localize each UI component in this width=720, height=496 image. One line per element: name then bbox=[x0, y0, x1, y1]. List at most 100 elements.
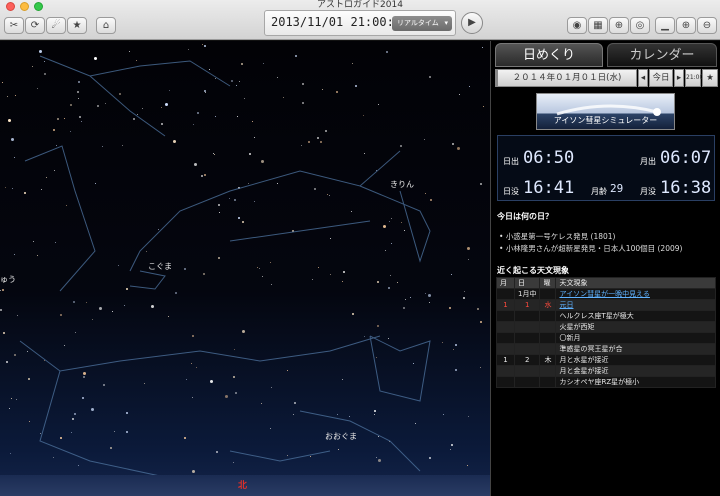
event-d: 2 bbox=[513, 354, 541, 366]
event-w bbox=[539, 365, 557, 377]
constellation-label-koguma: こぐま bbox=[148, 262, 172, 271]
datetime-value[interactable]: 2013/11/01 21:00:00 bbox=[271, 15, 408, 29]
constellation-label-edge: ゅう bbox=[0, 275, 16, 284]
datetime-control[interactable]: 2013/11/01 21:00:00 リアルタイム ▾ bbox=[264, 10, 456, 36]
col-day: 日 bbox=[513, 277, 541, 289]
eye-icon[interactable]: ◎ bbox=[630, 17, 650, 34]
scissors-icon[interactable]: ✂ bbox=[4, 17, 24, 34]
sunset-value: 16:41 bbox=[523, 178, 575, 198]
event-w: 水 bbox=[539, 299, 557, 311]
col-month: 月 bbox=[496, 277, 515, 289]
direction-north-label: 北 bbox=[238, 481, 248, 491]
table-row: 火星が西矩 bbox=[496, 321, 716, 333]
table-row: ヘルクレス座T星が極大 bbox=[496, 310, 716, 322]
table-row: カシオペヤ座RZ星が極小 bbox=[496, 376, 716, 388]
banner-label: アイソン彗星シミュレーター bbox=[553, 116, 658, 125]
app-window: アストロガイド2014 ✂ ⟳ ☄ ★ ⌂ 2013/11/01 21:00:0… bbox=[0, 0, 720, 496]
events-title: 近く起こる天文現象 bbox=[497, 266, 569, 275]
col-event: 天文現象 bbox=[555, 277, 716, 289]
tab-calendar[interactable]: カレンダー bbox=[607, 43, 717, 67]
today-button[interactable]: 今日 bbox=[649, 69, 673, 87]
event-w bbox=[539, 310, 557, 322]
mode-select[interactable]: リアルタイム ▾ bbox=[392, 16, 452, 31]
sun-moon-times: 日出 06:50 月出 06:07 日没 16:41 月齢 29 月没 16:3… bbox=[497, 135, 715, 201]
sunset-label: 日没 bbox=[503, 187, 519, 196]
event-w bbox=[539, 343, 557, 355]
moonset-value: 16:38 bbox=[660, 178, 712, 198]
event-m: 1 bbox=[496, 299, 515, 311]
table-row: 〇新月 bbox=[496, 332, 716, 344]
comet-icon[interactable]: ☄ bbox=[46, 17, 66, 34]
anniversary-item: • 小林隆男さんが超新星発見・日本人100個目 (2009) bbox=[499, 244, 683, 253]
ison-simulator-banner[interactable]: アイソン彗星シミュレーター bbox=[536, 93, 675, 130]
time-button[interactable]: 21:00 bbox=[685, 69, 703, 87]
moonrise-label: 月出 bbox=[640, 157, 656, 166]
event-d bbox=[513, 332, 541, 344]
event-w bbox=[539, 376, 557, 388]
table-row: 1 1 水元日 bbox=[496, 299, 716, 311]
event-text: 月と水星が接近 bbox=[555, 354, 716, 366]
col-weekday: 曜 bbox=[539, 277, 557, 289]
event-w bbox=[539, 332, 557, 344]
event-text[interactable]: 元日 bbox=[555, 299, 716, 311]
zoom-in-icon[interactable]: ⊕ bbox=[676, 17, 696, 34]
event-text: 〇新月 bbox=[555, 332, 716, 344]
event-d bbox=[513, 376, 541, 388]
event-text: 火星が西矩 bbox=[555, 321, 716, 333]
constellation-lines bbox=[19, 55, 431, 477]
event-d bbox=[513, 365, 541, 377]
info-panel: 日めくり カレンダー ２０１４年０１月０１日(水) ◂ 今日 ▸ 21:00 ★… bbox=[490, 41, 720, 496]
event-m bbox=[496, 343, 515, 355]
moonage-value: 29 bbox=[610, 182, 624, 195]
zoom-out-icon[interactable]: ⊖ bbox=[697, 17, 717, 34]
constellation-label-oguma: おおぐま bbox=[325, 432, 357, 441]
event-text: カシオペヤ座RZ星が極小 bbox=[555, 376, 716, 388]
horizon-icon[interactable]: ▁ bbox=[655, 17, 675, 34]
moonage-label: 月齢 bbox=[591, 187, 607, 196]
observatory-icon[interactable]: ⌂ bbox=[96, 17, 116, 34]
moonrise-value: 06:07 bbox=[660, 148, 712, 168]
event-m bbox=[496, 310, 515, 322]
moonset-label: 月没 bbox=[640, 187, 656, 196]
star-chart[interactable]: きりん こぐま おおぐま ゅう 北 bbox=[0, 41, 490, 496]
event-d bbox=[513, 310, 541, 322]
anniversary-item: • 小惑星第一号ケレス発見 (1801) bbox=[499, 232, 616, 241]
event-m bbox=[496, 321, 515, 333]
event-m bbox=[496, 332, 515, 344]
event-m bbox=[496, 288, 515, 300]
event-text: 準惑星の冥王星が合 bbox=[555, 343, 716, 355]
chevron-down-icon: ▾ bbox=[444, 19, 448, 27]
event-m bbox=[496, 376, 515, 388]
prev-day-button[interactable]: ◂ bbox=[638, 69, 648, 87]
event-m bbox=[496, 365, 515, 377]
event-w bbox=[539, 321, 557, 333]
anniversary-title: 今日は何の日？ bbox=[497, 212, 553, 221]
table-row: 月と金星が接近 bbox=[496, 365, 716, 377]
event-d bbox=[513, 343, 541, 355]
event-d bbox=[513, 321, 541, 333]
constellation-label-kirin: きりん bbox=[390, 180, 414, 189]
grid-icon[interactable]: ▦ bbox=[588, 17, 608, 34]
event-text: ヘルクレス座T星が極大 bbox=[555, 310, 716, 322]
tab-daily[interactable]: 日めくり bbox=[495, 43, 603, 67]
next-day-button[interactable]: ▸ bbox=[674, 69, 684, 87]
rotate-icon[interactable]: ⟳ bbox=[25, 17, 45, 34]
event-d: 1 bbox=[513, 299, 541, 311]
event-text: 月と金星が接近 bbox=[555, 365, 716, 377]
favorite-star-icon[interactable]: ★ bbox=[702, 69, 718, 87]
event-text[interactable]: アイソン彗星が一晩中見える bbox=[555, 288, 716, 300]
event-m: 1 bbox=[496, 354, 515, 366]
target-icon[interactable]: ⊕ bbox=[609, 17, 629, 34]
toolbar: アストロガイド2014 ✂ ⟳ ☄ ★ ⌂ 2013/11/01 21:00:0… bbox=[0, 0, 720, 40]
play-button[interactable]: ▶ bbox=[461, 12, 483, 34]
events-table: 月 日 曜 天文現象 1月中 アイソン彗星が一晩中見える 1 1 水元日 ヘルクレス座T星… bbox=[496, 277, 716, 388]
eye-icon[interactable]: ◉ bbox=[567, 17, 587, 34]
sunrise-value: 06:50 bbox=[523, 148, 575, 168]
date-display: ２０１４年０１月０１日(水) bbox=[497, 69, 637, 87]
tab-calendar-label: カレンダー bbox=[629, 48, 695, 63]
mode-label: リアルタイム bbox=[397, 19, 439, 27]
event-d: 1月中 bbox=[513, 288, 541, 300]
star-icon[interactable]: ★ bbox=[67, 17, 87, 34]
event-w bbox=[539, 288, 557, 300]
tab-daily-label: 日めくり bbox=[522, 48, 575, 63]
